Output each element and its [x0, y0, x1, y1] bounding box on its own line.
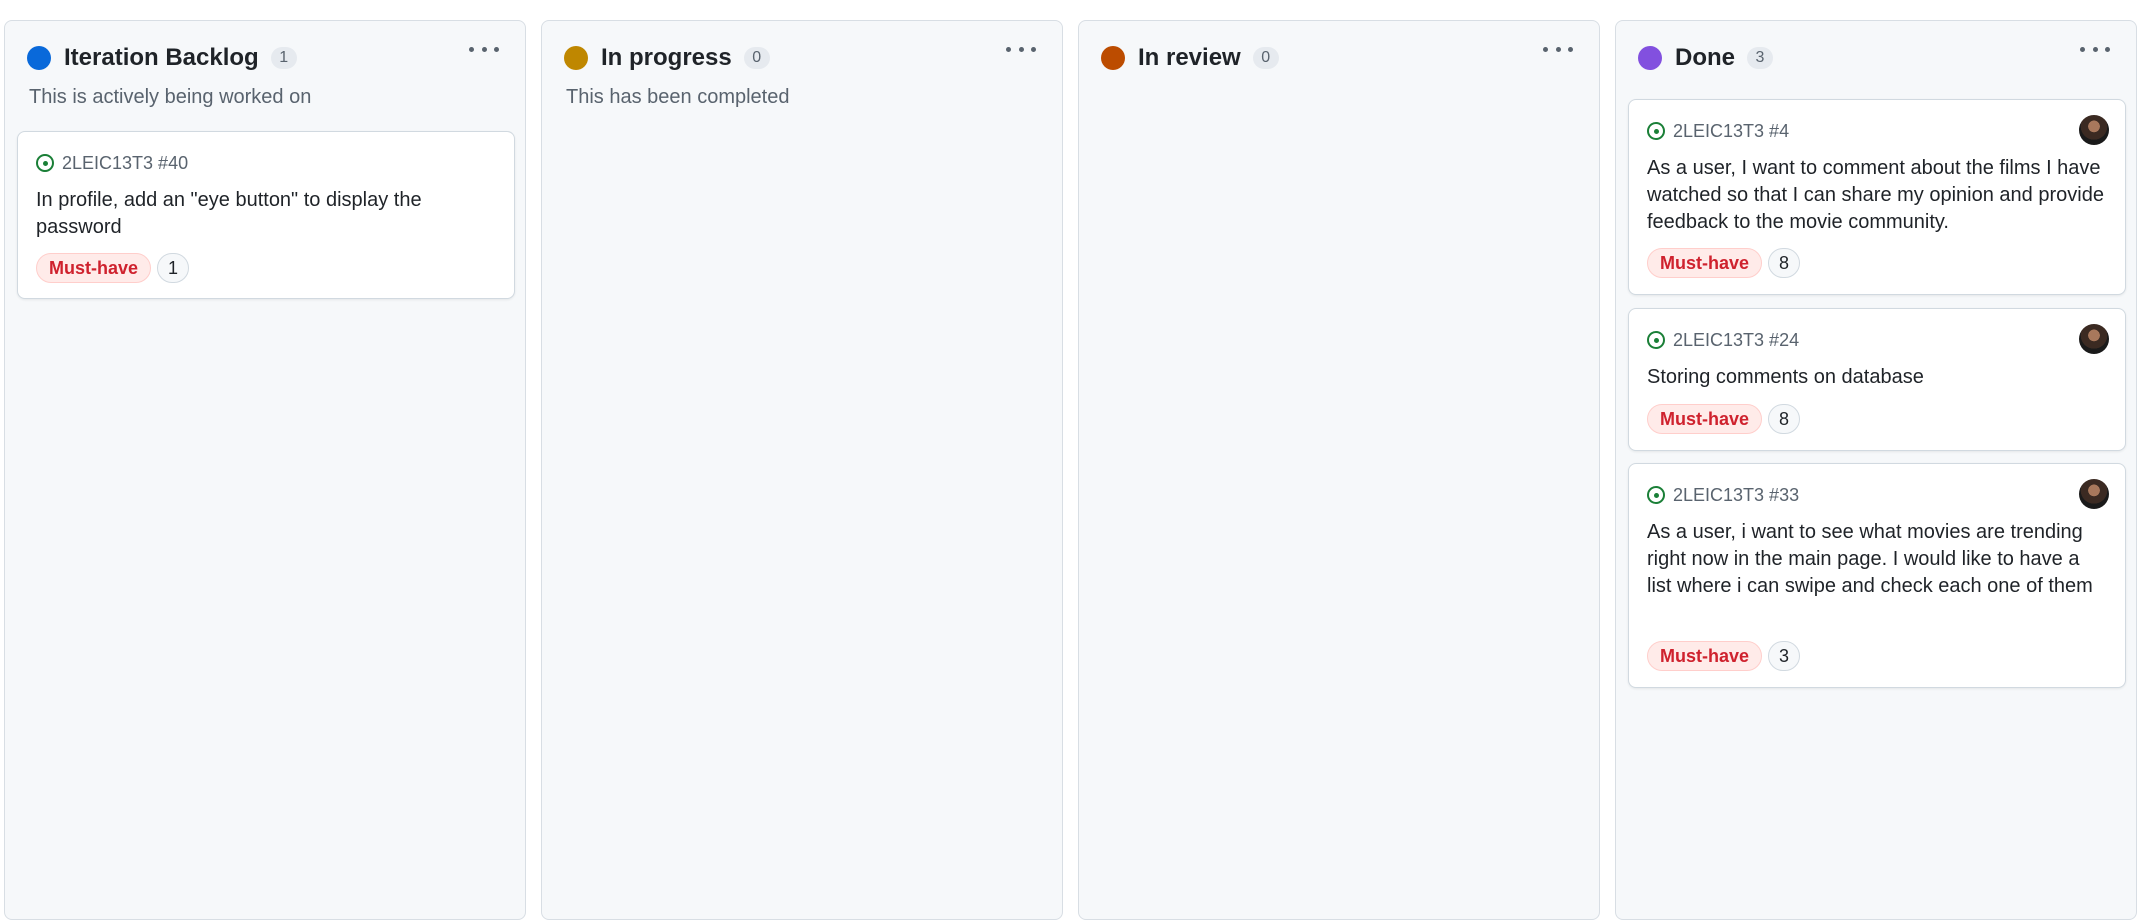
- status-color-dot: [1101, 46, 1125, 70]
- column-title: In progress 0: [601, 43, 770, 73]
- estimate-badge: 3: [1768, 641, 1801, 671]
- card-meta: 2LEIC13T3 #33: [1647, 482, 1799, 508]
- column-title: Iteration Backlog 1: [64, 43, 297, 73]
- column-in-review: In review 0: [1078, 20, 1600, 920]
- column-count-badge: 0: [1252, 47, 1279, 69]
- card-labels: Must-have 8: [1647, 248, 1801, 278]
- column-menu-button[interactable]: [2080, 47, 2110, 59]
- card-meta: 2LEIC13T3 #24: [1647, 327, 1799, 353]
- issue-title[interactable]: As a user, I want to comment about the f…: [1647, 155, 2107, 236]
- kebab-horizontal-icon: [469, 47, 474, 52]
- column-description: This has been completed: [566, 86, 790, 108]
- column-title: In review 0: [1138, 43, 1279, 73]
- column-count-badge: 1: [270, 47, 297, 69]
- issue-card[interactable]: 2LEIC13T3 #4 As a user, I want to commen…: [1628, 99, 2126, 295]
- issue-opened-icon: [1647, 486, 1665, 504]
- column-in-progress: In progress 0 This has been completed: [541, 20, 1063, 920]
- column-title: Done 3: [1675, 43, 1773, 73]
- kebab-horizontal-icon: [1006, 47, 1011, 52]
- issue-reference[interactable]: 2LEIC13T3 #33: [1673, 485, 1799, 506]
- project-board: Iteration Backlog 1 This is actively bein…: [0, 0, 2153, 920]
- issue-reference[interactable]: 2LEIC13T3 #24: [1673, 330, 1799, 351]
- column-count-badge: 0: [743, 47, 770, 69]
- column-header: Done 3: [1616, 21, 2136, 79]
- assignee-avatar[interactable]: [2079, 324, 2109, 354]
- card-labels: Must-have 1: [36, 253, 190, 283]
- column-header: In progress 0: [542, 21, 1062, 79]
- column-header: Iteration Backlog 1: [5, 21, 525, 79]
- estimate-badge: 8: [1768, 248, 1801, 278]
- estimate-badge: 1: [157, 253, 190, 283]
- column-menu-button[interactable]: [1543, 47, 1573, 59]
- column-count-badge: 3: [1747, 47, 1773, 69]
- priority-label[interactable]: Must-have: [1647, 248, 1763, 278]
- card-labels: Must-have 8: [1647, 404, 1801, 434]
- issue-reference[interactable]: 2LEIC13T3 #4: [1673, 121, 1789, 142]
- priority-label[interactable]: Must-have: [36, 253, 152, 283]
- issue-card[interactable]: 2LEIC13T3 #33 As a user, i want to see w…: [1628, 463, 2126, 688]
- column-header: In review 0: [1079, 21, 1599, 79]
- issue-opened-icon: [36, 154, 54, 172]
- card-meta: 2LEIC13T3 #4: [1647, 118, 1789, 144]
- column-description: This is actively being worked on: [29, 86, 312, 108]
- assignee-avatar[interactable]: [2079, 479, 2109, 509]
- issue-opened-icon: [1647, 331, 1665, 349]
- priority-label[interactable]: Must-have: [1647, 404, 1763, 434]
- issue-card[interactable]: 2LEIC13T3 #24 Storing comments on databa…: [1628, 308, 2126, 451]
- column-menu-button[interactable]: [1006, 47, 1036, 59]
- card-labels: Must-have 3: [1647, 641, 1801, 671]
- status-color-dot: [27, 46, 51, 70]
- priority-label[interactable]: Must-have: [1647, 641, 1763, 671]
- column-iteration-backlog: Iteration Backlog 1 This is actively bein…: [4, 20, 526, 920]
- issue-card[interactable]: 2LEIC13T3 #40 In profile, add an "eye bu…: [17, 131, 515, 299]
- assignee-avatar[interactable]: [2079, 115, 2109, 145]
- card-meta: 2LEIC13T3 #40: [36, 150, 188, 176]
- kebab-horizontal-icon: [1543, 47, 1548, 52]
- column-done: Done 3 2LEIC13T3 #4 As a user, I want to …: [1615, 20, 2137, 920]
- status-color-dot: [564, 46, 588, 70]
- estimate-badge: 8: [1768, 404, 1801, 434]
- issue-opened-icon: [1647, 122, 1665, 140]
- issue-title[interactable]: Storing comments on database: [1647, 364, 2107, 391]
- issue-reference[interactable]: 2LEIC13T3 #40: [62, 153, 188, 174]
- column-menu-button[interactable]: [469, 47, 499, 59]
- issue-title[interactable]: As a user, i want to see what movies are…: [1647, 519, 2107, 600]
- status-color-dot: [1638, 46, 1662, 70]
- issue-title[interactable]: In profile, add an "eye button" to displ…: [36, 187, 496, 241]
- kebab-horizontal-icon: [2080, 47, 2085, 52]
